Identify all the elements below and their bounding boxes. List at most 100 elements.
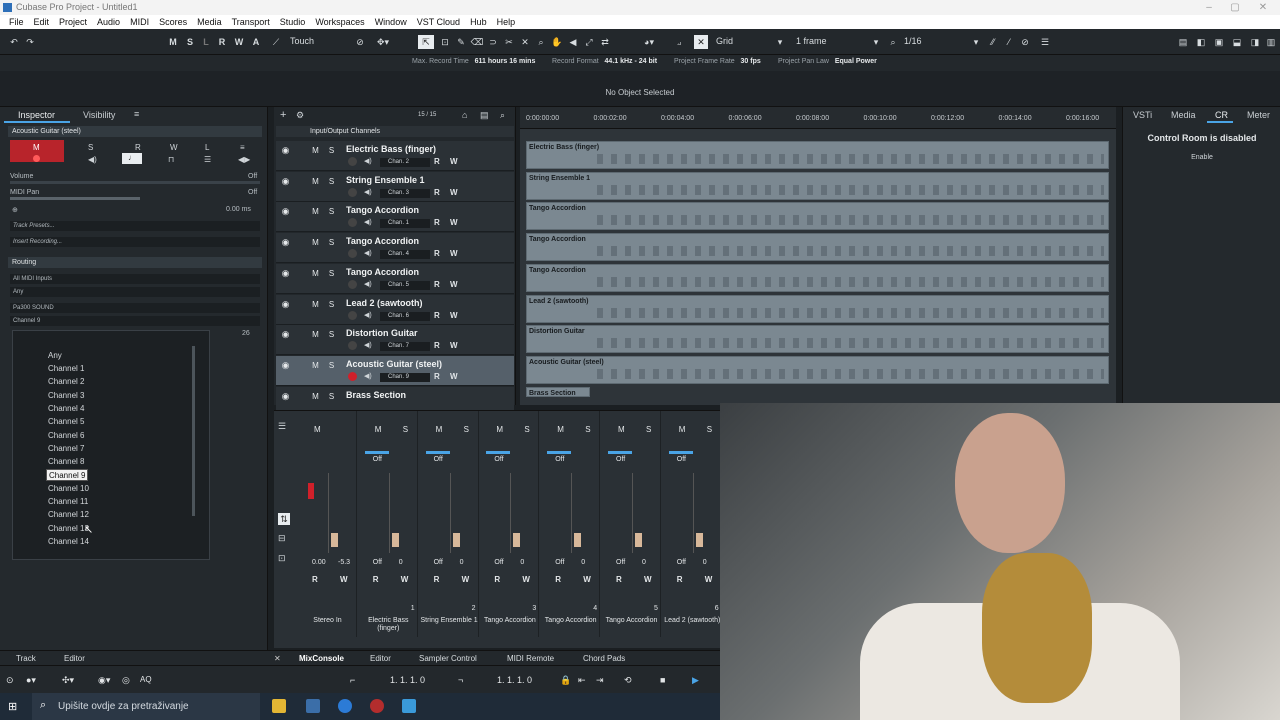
- volume-fader[interactable]: [510, 473, 522, 553]
- track-row[interactable]: ◉ M S Distortion Guitar ◀) Chan. 7 R W: [276, 325, 514, 356]
- menu-scores[interactable]: Scores: [154, 15, 192, 29]
- menu-studio[interactable]: Studio: [275, 15, 311, 29]
- channel-link-icon[interactable]: ⇅: [278, 513, 290, 525]
- project-pan-law[interactable]: Project Pan Law Equal Power: [778, 58, 877, 65]
- strip-read-button[interactable]: R: [494, 575, 500, 584]
- track-read-button[interactable]: R: [434, 157, 440, 166]
- monitor-icon[interactable]: ◀): [364, 218, 372, 226]
- menu-transport[interactable]: Transport: [227, 15, 275, 29]
- monitor-icon[interactable]: ◀): [364, 341, 372, 349]
- activate-global-button[interactable]: A: [250, 35, 262, 49]
- track-mute-button[interactable]: M: [310, 360, 321, 371]
- lanes-icon[interactable]: ☰: [204, 155, 211, 164]
- close-button[interactable]: ✕: [1250, 0, 1276, 15]
- dropdown-item-channel-5[interactable]: Channel 5: [46, 416, 86, 428]
- menu-hub[interactable]: Hub: [465, 15, 492, 29]
- track-read-button[interactable]: R: [434, 249, 440, 258]
- volume-value[interactable]: 0.00: [312, 559, 326, 566]
- track-name[interactable]: Tango Accordion: [346, 267, 419, 277]
- volume-value[interactable]: Off: [434, 559, 443, 566]
- mixer-menu-icon[interactable]: ☰: [278, 421, 286, 432]
- track-read-button[interactable]: R: [434, 311, 440, 320]
- dropdown-item-channel-6[interactable]: Channel 6: [46, 430, 86, 442]
- grid-frame-select[interactable]: 1 frame: [792, 34, 880, 50]
- track-presets-icon[interactable]: ⚙: [296, 110, 304, 121]
- track-write-button[interactable]: W: [450, 311, 458, 320]
- lock-icon[interactable]: ⊓: [168, 155, 174, 164]
- dropdown-item-channel-2[interactable]: Channel 2: [46, 376, 86, 388]
- mute-global-button[interactable]: M: [167, 35, 179, 49]
- meter-view-icon[interactable]: ⊡: [278, 553, 286, 564]
- record-enable-icon[interactable]: [348, 310, 357, 320]
- menu-project[interactable]: Project: [54, 15, 92, 29]
- volume-fader[interactable]: [571, 473, 583, 553]
- dropdown-item-channel-4[interactable]: Channel 4: [46, 403, 86, 415]
- track-write-button[interactable]: W: [450, 157, 458, 166]
- routing-section-header[interactable]: Routing: [8, 257, 262, 268]
- track-name[interactable]: Distortion Guitar: [346, 328, 418, 338]
- strip-name[interactable]: String Ensemble 1: [420, 617, 479, 625]
- track-solo-button[interactable]: S: [326, 299, 337, 310]
- reset-quantize-icon[interactable]: ⊘: [1018, 35, 1032, 49]
- strip-write-button[interactable]: W: [522, 575, 530, 584]
- monitor-icon[interactable]: ◀): [364, 157, 372, 165]
- track-write-button[interactable]: W: [450, 218, 458, 227]
- dropdown-item-channel-1[interactable]: Channel 1: [46, 363, 86, 375]
- midi-part[interactable]: Tango Accordion: [526, 202, 1109, 231]
- track-channel-select[interactable]: Chan. 1: [380, 219, 430, 229]
- undo-icon[interactable]: ↶: [8, 35, 20, 49]
- strip-name[interactable]: Electric Bass (finger): [359, 617, 418, 633]
- track-channel-select[interactable]: Chan. 4: [380, 250, 430, 260]
- track-solo-button[interactable]: S: [326, 329, 337, 340]
- track-solo-button[interactable]: S: [326, 206, 337, 217]
- quantize-select[interactable]: 1/16: [900, 34, 980, 50]
- range-tool-icon[interactable]: ⊡: [438, 35, 452, 49]
- strip-solo-button[interactable]: S: [464, 425, 469, 434]
- volume-fader[interactable]: [632, 473, 644, 553]
- strip-mute-button[interactable]: M: [557, 425, 564, 434]
- media-bay-icon[interactable]: ▤: [1176, 35, 1190, 49]
- strip-solo-button[interactable]: S: [403, 425, 408, 434]
- tempo-icon[interactable]: ◎: [122, 675, 130, 686]
- strip-mute-button[interactable]: M: [375, 425, 382, 434]
- strip-write-button[interactable]: W: [583, 575, 591, 584]
- menu-edit[interactable]: Edit: [29, 15, 55, 29]
- track-write-button[interactable]: W: [450, 249, 458, 258]
- strip-read-button[interactable]: R: [616, 575, 622, 584]
- track-write-button[interactable]: W: [450, 341, 458, 350]
- play-tool-icon[interactable]: ◀: [566, 35, 580, 49]
- record-enable-icon[interactable]: [348, 371, 357, 381]
- track-name[interactable]: Electric Bass (finger): [346, 144, 436, 154]
- pan-value[interactable]: -5.3: [338, 559, 350, 566]
- snap-toggle-icon[interactable]: ✕: [694, 35, 708, 49]
- track-name[interactable]: Acoustic Guitar (steel): [346, 359, 442, 369]
- strip-name[interactable]: Tango Accordion: [602, 617, 661, 625]
- tab-vsti[interactable]: VSTi: [1133, 110, 1152, 120]
- record-enable-icon[interactable]: [348, 279, 357, 289]
- solo-global-button[interactable]: S: [184, 35, 196, 49]
- pan-value[interactable]: 0: [703, 559, 707, 566]
- track-mute-button[interactable]: M: [310, 329, 321, 340]
- pan-indicator[interactable]: [608, 451, 632, 454]
- track-activate-icon[interactable]: ◉: [280, 145, 291, 156]
- marker-icon[interactable]: ✣▾: [62, 675, 74, 686]
- instrument-icon[interactable]: ◀▶: [238, 155, 250, 164]
- track-mute-button[interactable]: M: [310, 391, 321, 402]
- menu-midi[interactable]: MIDI: [125, 15, 154, 29]
- track-activate-icon[interactable]: ◉: [280, 176, 291, 187]
- workspace-layout-icon[interactable]: ▥: [1264, 35, 1278, 49]
- track-row[interactable]: ◉ M S Tango Accordion ◀) Chan. 5 R W: [276, 263, 514, 294]
- tab-editor[interactable]: Editor: [64, 654, 85, 663]
- volume-value[interactable]: Off: [555, 559, 564, 566]
- inspector-zone-icon[interactable]: ▣: [1212, 35, 1226, 49]
- track-solo-button[interactable]: S: [326, 237, 337, 248]
- track-write-button[interactable]: W: [450, 372, 458, 381]
- dropdown-item-channel-12[interactable]: Channel 12: [46, 509, 91, 521]
- listen-global-button[interactable]: L: [200, 35, 212, 49]
- lower-zone-icon[interactable]: ⬓: [1230, 35, 1244, 49]
- midi-part[interactable]: Distortion Guitar: [526, 325, 1109, 354]
- volume-fader[interactable]: [388, 473, 401, 553]
- strip-write-button[interactable]: W: [705, 575, 713, 584]
- left-locator-position[interactable]: 1. 1. 1. 0: [390, 675, 425, 685]
- auto-scroll-icon[interactable]: ⊘: [354, 35, 366, 49]
